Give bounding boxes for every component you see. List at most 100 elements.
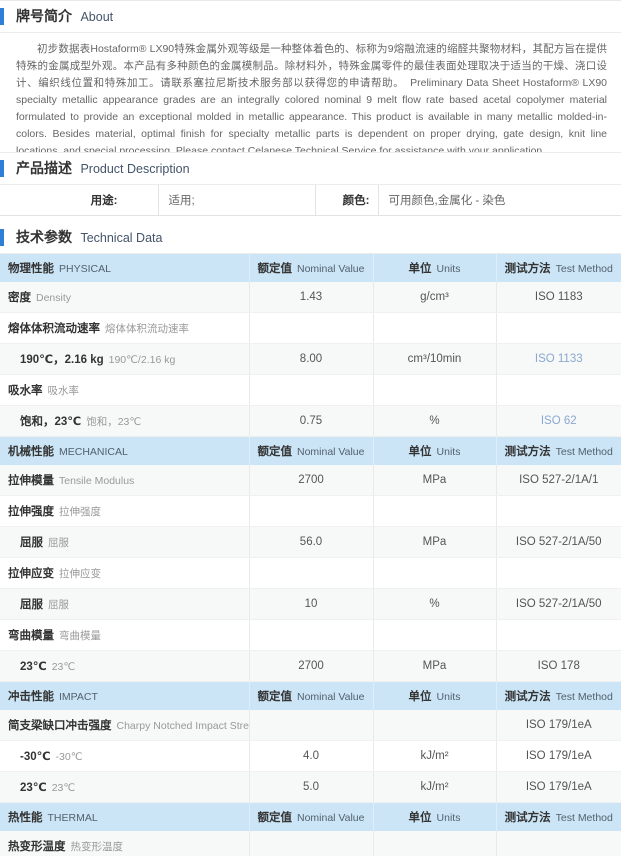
units-cell: %	[373, 406, 496, 437]
value-cell: 1.43	[249, 282, 373, 313]
test-method-cell: ISO 179/1eA	[496, 710, 621, 741]
group-name-cell: 物理性能PHYSICAL	[0, 254, 249, 282]
units-header-cell: 单位Units	[373, 254, 496, 282]
units-cell: kJ/m²	[373, 741, 496, 772]
about-title-zh: 牌号简介	[16, 8, 72, 24]
value-header-cell: 额定值Nominal Value	[249, 254, 373, 282]
units-header-cell: 单位Units	[373, 682, 496, 711]
product-description-title-en: Product Description	[80, 162, 189, 176]
method-header-cell: 测试方法Test Method	[496, 803, 621, 832]
property-row: 23℃23℃2700MPaISO 178	[0, 651, 621, 682]
test-method-cell	[496, 620, 621, 651]
value-cell	[249, 375, 373, 406]
value-cell: 2700	[249, 651, 373, 682]
units-cell	[373, 313, 496, 344]
datasheet-page: 牌号简介 About 初步数据表Hostaform® LX90特殊金属外观等级是…	[0, 0, 621, 856]
section-accent-bar	[0, 8, 4, 25]
property-cell: 拉伸强度拉伸强度	[0, 496, 249, 527]
section-accent-bar	[0, 160, 4, 177]
property-cell: 熔体体积流动速率熔体体积流动速率	[0, 313, 249, 344]
section-title-product-description: 产品描述 Product Description	[0, 153, 621, 185]
group-name-cell: 热性能THERMAL	[0, 803, 249, 832]
property-cell: 简支梁缺口冲击强度Charpy Notched Impact Strength	[0, 710, 249, 741]
test-method-cell	[496, 313, 621, 344]
about-title-en: About	[80, 10, 113, 24]
units-cell	[373, 710, 496, 741]
property-row: 饱和，23℃饱和，23℃0.75%ISO 62	[0, 406, 621, 437]
property-cell: 190℃，2.16 kg190℃/2.16 kg	[0, 344, 249, 375]
test-method-cell: ISO 178	[496, 651, 621, 682]
property-row: 屈服屈服56.0MPaISO 527-2/1A/50	[0, 527, 621, 558]
value-cell: 4.0	[249, 741, 373, 772]
property-cell: 屈服屈服	[0, 527, 249, 558]
units-cell	[373, 620, 496, 651]
group-header-row: 冲击性能IMPACT额定值Nominal Value单位Units测试方法Tes…	[0, 682, 621, 711]
group-name-cell: 冲击性能IMPACT	[0, 682, 249, 711]
units-cell: kJ/m²	[373, 772, 496, 803]
test-method-cell: ISO 527-2/1A/1	[496, 465, 621, 496]
value-cell: 8.00	[249, 344, 373, 375]
value-cell	[249, 313, 373, 344]
property-row: 拉伸应变拉伸应变	[0, 558, 621, 589]
value-cell	[249, 831, 373, 856]
test-method-cell: ISO 527-2/1A/50	[496, 527, 621, 558]
test-method-link[interactable]: ISO 1133	[496, 344, 621, 375]
units-cell	[373, 496, 496, 527]
test-method-cell	[496, 375, 621, 406]
property-row: 吸水率吸水率	[0, 375, 621, 406]
units-cell	[373, 375, 496, 406]
units-cell: MPa	[373, 465, 496, 496]
color-label: 颜色:	[315, 185, 378, 216]
property-cell: 拉伸模量Tensile Modulus	[0, 465, 249, 496]
property-row: 23℃23℃5.0kJ/m²ISO 179/1eA	[0, 772, 621, 803]
usage-label: 用途:	[0, 185, 158, 216]
test-method-cell	[496, 558, 621, 589]
technical-data-title-zh: 技术参数	[16, 229, 72, 245]
value-cell: 2700	[249, 465, 373, 496]
technical-data-table: 物理性能PHYSICAL额定值Nominal Value单位Units测试方法T…	[0, 254, 621, 856]
value-header-cell: 额定值Nominal Value	[249, 803, 373, 832]
test-method-cell: ISO 179/1eA	[496, 741, 621, 772]
test-method-cell	[496, 831, 621, 856]
value-cell	[249, 620, 373, 651]
units-cell: MPa	[373, 651, 496, 682]
property-row: 密度Density1.43g/cm³ISO 1183	[0, 282, 621, 313]
property-cell: 拉伸应变拉伸应变	[0, 558, 249, 589]
technical-data-title-en: Technical Data	[80, 231, 162, 245]
property-row: 拉伸强度拉伸强度	[0, 496, 621, 527]
test-method-link[interactable]: ISO 62	[496, 406, 621, 437]
property-cell: 饱和，23℃饱和，23℃	[0, 406, 249, 437]
value-cell: 10	[249, 589, 373, 620]
units-cell: MPa	[373, 527, 496, 558]
value-header-cell: 额定值Nominal Value	[249, 682, 373, 711]
test-method-cell: ISO 179/1eA	[496, 772, 621, 803]
group-name-cell: 机械性能MECHANICAL	[0, 437, 249, 466]
method-header-cell: 测试方法Test Method	[496, 254, 621, 282]
property-cell: -30℃-30℃	[0, 741, 249, 772]
units-cell	[373, 558, 496, 589]
units-cell	[373, 831, 496, 856]
units-header-cell: 单位Units	[373, 437, 496, 466]
value-cell	[249, 496, 373, 527]
units-cell: g/cm³	[373, 282, 496, 313]
value-header-cell: 额定值Nominal Value	[249, 437, 373, 466]
method-header-cell: 测试方法Test Method	[496, 437, 621, 466]
units-header-cell: 单位Units	[373, 803, 496, 832]
property-row: 热变形温度热变形温度	[0, 831, 621, 856]
test-method-cell: ISO 527-2/1A/50	[496, 589, 621, 620]
color-value: 可用颜色,金属化 - 染色	[378, 185, 621, 216]
section-accent-bar	[0, 229, 4, 246]
section-title-technical-data: 技术参数 Technical Data	[0, 216, 621, 254]
group-header-row: 物理性能PHYSICAL额定值Nominal Value单位Units测试方法T…	[0, 254, 621, 282]
method-header-cell: 测试方法Test Method	[496, 682, 621, 711]
property-cell: 23℃23℃	[0, 651, 249, 682]
test-method-cell	[496, 496, 621, 527]
value-cell	[249, 710, 373, 741]
property-row: 屈服屈服10%ISO 527-2/1A/50	[0, 589, 621, 620]
value-cell: 5.0	[249, 772, 373, 803]
property-row: -30℃-30℃4.0kJ/m²ISO 179/1eA	[0, 741, 621, 772]
property-row: 简支梁缺口冲击强度Charpy Notched Impact Strength I…	[0, 710, 621, 741]
units-cell: cm³/10min	[373, 344, 496, 375]
product-description-row: 用途: 适用; 颜色: 可用颜色,金属化 - 染色	[0, 185, 621, 216]
test-method-cell: ISO 1183	[496, 282, 621, 313]
